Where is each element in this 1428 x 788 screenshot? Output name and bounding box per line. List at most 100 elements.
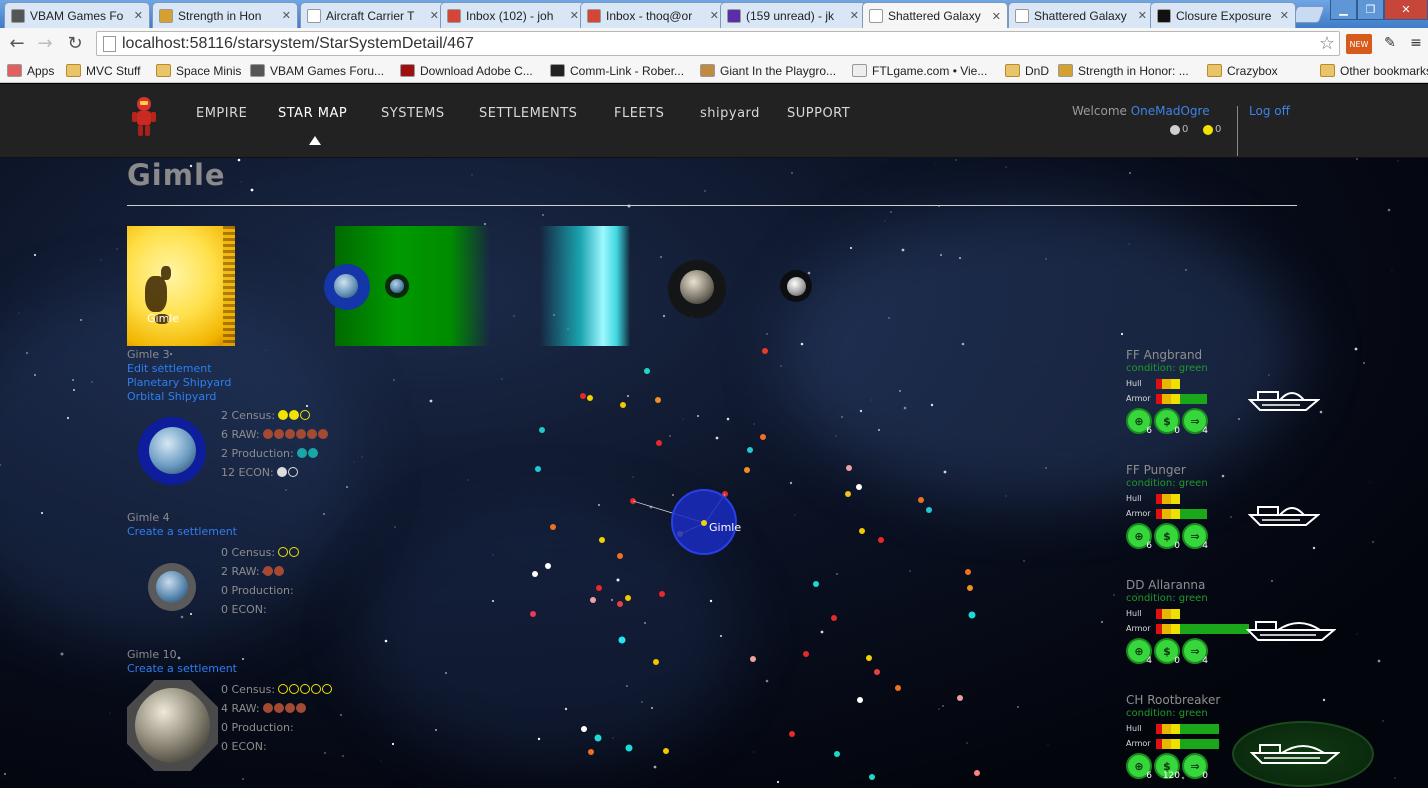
star-system-dot[interactable]	[545, 563, 551, 569]
ship-stat-icon[interactable]: ⊕ 6	[1126, 753, 1152, 781]
star-system-dot[interactable]	[655, 397, 661, 403]
star-system-dot[interactable]	[918, 497, 924, 503]
star-system-dot[interactable]	[968, 611, 976, 619]
star-system-dot[interactable]	[532, 571, 538, 577]
bookmark-item[interactable]: FTLgame.com • Vie...	[852, 62, 987, 79]
star-system-dot[interactable]	[834, 751, 840, 757]
star-system-dot[interactable]	[625, 744, 633, 752]
star-system-dot[interactable]	[845, 491, 851, 497]
star-system-dot[interactable]	[965, 569, 971, 575]
star-system-dot[interactable]	[539, 427, 545, 433]
nav-settlements[interactable]: SETTLEMENTS	[479, 106, 577, 121]
star-system-dot[interactable]	[663, 748, 669, 754]
tab-close-icon[interactable]: ✕	[1280, 9, 1289, 22]
new-tab-button[interactable]	[1290, 6, 1326, 23]
nav-fleets[interactable]: FLEETS	[614, 106, 664, 121]
star-system-dot[interactable]	[895, 685, 901, 691]
bookmark-item[interactable]: Crazybox	[1207, 62, 1278, 79]
bookmark-item[interactable]: MVC Stuff	[66, 62, 140, 79]
robot-logo-icon[interactable]	[130, 96, 158, 138]
nav-systems[interactable]: SYSTEMS	[381, 106, 445, 121]
browser-tab[interactable]: Strength in Hon ✕	[152, 2, 298, 28]
star-system-dot[interactable]	[644, 368, 650, 374]
ship-stat-icon[interactable]: $120	[1154, 753, 1180, 781]
star-system-dot[interactable]	[747, 447, 753, 453]
star-system-dot[interactable]	[744, 467, 750, 473]
browser-tab[interactable]: Shattered Galaxy ✕	[1008, 2, 1154, 28]
star-system-dot[interactable]	[550, 524, 556, 530]
browser-tab[interactable]: Inbox - thoq@or ✕	[580, 2, 726, 28]
star-system-dot[interactable]	[617, 601, 623, 607]
ship-stat-icon[interactable]: ⊕ 6	[1126, 523, 1152, 551]
ship-name[interactable]: FF Angbrand	[1126, 348, 1396, 362]
extension-icon[interactable]: ✎	[1378, 32, 1402, 54]
tab-close-icon[interactable]: ✕	[992, 10, 1001, 23]
bookmark-item[interactable]: Strength in Honor: ...	[1058, 62, 1189, 79]
star-image[interactable]	[127, 226, 235, 346]
star-system-dot[interactable]	[974, 770, 980, 776]
restore-button[interactable]: ❐	[1357, 0, 1384, 20]
star-system-dot[interactable]	[656, 440, 662, 446]
ship-stat-icon[interactable]: $0	[1154, 638, 1180, 666]
browser-tab[interactable]: VBAM Games Fo ✕	[4, 2, 150, 28]
star-system-dot[interactable]	[866, 655, 872, 661]
star-system-dot[interactable]	[926, 507, 932, 513]
forward-icon[interactable]: →	[34, 32, 56, 54]
star-system-dot[interactable]	[813, 581, 819, 587]
ship-stat-icon[interactable]: $0	[1154, 408, 1180, 436]
browser-tab[interactable]: Closure Exposure ✕	[1150, 2, 1296, 28]
tab-close-icon[interactable]: ✕	[1138, 9, 1147, 22]
star-system-dot[interactable]	[831, 615, 837, 621]
star-system-dot[interactable]	[594, 734, 602, 742]
browser-tab[interactable]: Shattered Galaxy ✕	[862, 2, 1008, 29]
browser-tab[interactable]: Inbox (102) - joh ✕	[440, 2, 586, 28]
star-system-dot[interactable]	[869, 774, 875, 780]
star-system-dot[interactable]	[846, 465, 852, 471]
star-system-dot[interactable]	[617, 553, 623, 559]
star-system-dot[interactable]	[588, 749, 594, 755]
star-system-dot[interactable]	[874, 669, 880, 675]
star-system-dot[interactable]	[580, 393, 586, 399]
star-system-dot[interactable]	[789, 731, 795, 737]
tab-close-icon[interactable]: ✕	[134, 9, 143, 22]
tab-close-icon[interactable]: ✕	[570, 9, 579, 22]
tab-close-icon[interactable]: ✕	[282, 9, 291, 22]
star-system-dot[interactable]	[957, 695, 963, 701]
star-system-dot[interactable]	[625, 595, 631, 601]
star-system-dot[interactable]	[803, 651, 809, 657]
ship-name[interactable]: DD Allaranna	[1126, 578, 1396, 592]
minimize-button[interactable]: ▁	[1330, 0, 1357, 20]
menu-icon[interactable]: ≡	[1404, 32, 1428, 54]
bookmark-item[interactable]: Space Minis	[156, 62, 241, 79]
star-system-dot[interactable]	[967, 585, 973, 591]
star-system-dot[interactable]	[590, 597, 596, 603]
bookmark-item[interactable]: Giant In the Playgro...	[700, 62, 836, 79]
close-window-button[interactable]: ✕	[1384, 0, 1428, 20]
logoff-link[interactable]: Log off	[1249, 104, 1290, 118]
ship-name[interactable]: FF Punger	[1126, 463, 1396, 477]
nav-star-map[interactable]: STAR MAP	[278, 106, 347, 121]
star-system-dot[interactable]	[856, 484, 862, 490]
bookmark-item[interactable]: Other bookmarks	[1320, 62, 1428, 79]
star-system-dot[interactable]	[762, 348, 768, 354]
bookmark-item[interactable]: DnD	[1005, 62, 1049, 79]
ship-stat-icon[interactable]: ⇒ 4	[1182, 408, 1208, 436]
address-bar[interactable]: localhost:58116/starsystem/StarSystemDet…	[96, 31, 1340, 56]
star-system-dot[interactable]	[659, 591, 665, 597]
star-system-dot[interactable]	[620, 402, 626, 408]
bookmark-item[interactable]: Apps	[7, 62, 54, 79]
ship-stat-icon[interactable]: ⇒ 0	[1182, 753, 1208, 781]
bookmark-item[interactable]: Download Adobe C...	[400, 62, 533, 79]
nav-empire[interactable]: EMPIRE	[196, 106, 247, 121]
back-icon[interactable]: ←	[6, 32, 28, 54]
browser-tab[interactable]: (159 unread) - jk ✕	[720, 2, 866, 28]
tab-close-icon[interactable]: ✕	[710, 9, 719, 22]
nav-shipyard[interactable]: shipyard	[700, 106, 760, 121]
star-system-dot[interactable]	[581, 726, 587, 732]
star-system-dot[interactable]	[750, 656, 756, 662]
star-system-dot[interactable]	[530, 611, 536, 617]
star-system-dot[interactable]	[599, 537, 605, 543]
bookmark-item[interactable]: VBAM Games Foru...	[250, 62, 384, 79]
ship-stat-icon[interactable]: ⊕ 6	[1126, 408, 1152, 436]
star-system-dot[interactable]	[859, 528, 865, 534]
